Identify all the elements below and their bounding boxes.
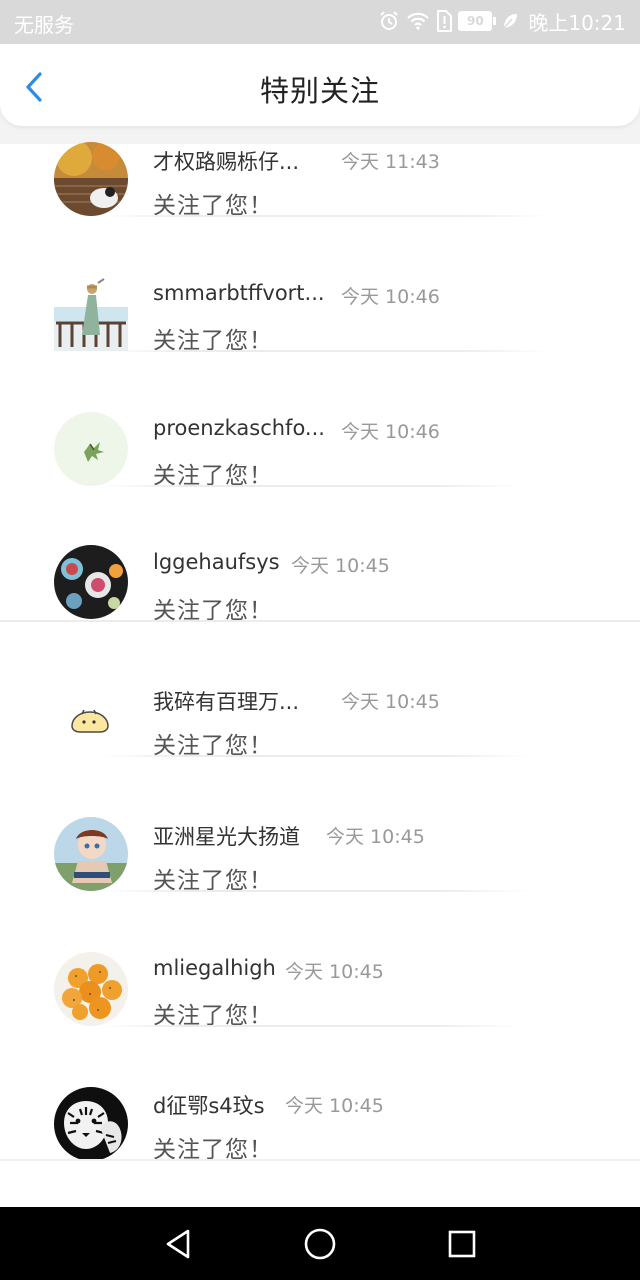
avatar[interactable] xyxy=(54,277,128,351)
battery-tip xyxy=(493,17,497,25)
carrier-text: 无服务 xyxy=(14,13,74,37)
divider xyxy=(100,755,530,757)
battery-icon: 90 xyxy=(458,11,493,31)
avatar[interactable] xyxy=(54,952,128,1026)
follow-time: 今天 10:45 xyxy=(285,1095,384,1117)
divider xyxy=(0,620,640,622)
list-item[interactable]: 我碎有百理万... 今天 10:45 关注了您！ xyxy=(0,624,640,759)
leaf-icon xyxy=(502,12,518,30)
status-icons: 90 晚上10:21 xyxy=(378,6,626,36)
list-item[interactable]: d征鄂s4玟s 今天 10:45 关注了您！ xyxy=(0,1029,640,1164)
nav-home-button[interactable] xyxy=(301,1225,339,1263)
user-name[interactable]: mliegalhigh xyxy=(153,956,276,980)
user-name[interactable]: proenzkaschfo... xyxy=(153,416,325,440)
avatar[interactable] xyxy=(54,142,128,216)
divider xyxy=(100,1025,520,1027)
avatar[interactable] xyxy=(54,682,128,756)
sim-alert-icon xyxy=(436,10,453,32)
avatar[interactable] xyxy=(54,1087,128,1161)
avatar[interactable] xyxy=(54,817,128,891)
circle-home-icon xyxy=(304,1228,336,1260)
wifi-icon xyxy=(406,11,430,31)
nav-back-button[interactable] xyxy=(160,1225,198,1263)
divider xyxy=(100,890,530,892)
list-item[interactable]: lggehaufsys 今天 10:45 关注了您！ xyxy=(0,489,640,624)
user-name[interactable]: 亚洲星光大扬道 xyxy=(153,821,300,851)
list-item[interactable]: 亚洲星光大扬道 今天 10:45 关注了您！ xyxy=(0,759,640,894)
system-nav-bar xyxy=(0,1207,640,1280)
follow-time: 今天 10:45 xyxy=(291,555,390,577)
user-name[interactable]: 才权路赐栎仔... xyxy=(153,146,299,176)
avatar[interactable] xyxy=(54,412,128,486)
user-name[interactable]: 我碎有百理万... xyxy=(153,686,299,716)
status-bar: 无服务 90 晚上10:21 xyxy=(0,0,640,44)
follow-time: 今天 11:43 xyxy=(341,151,440,173)
follow-time: 今天 10:45 xyxy=(285,961,384,983)
nav-recent-button[interactable] xyxy=(443,1225,481,1263)
divider xyxy=(100,350,550,352)
follow-time: 今天 10:46 xyxy=(341,286,440,308)
follow-time: 今天 10:45 xyxy=(341,691,440,713)
list-item[interactable]: proenzkaschfo... 今天 10:46 关注了您！ xyxy=(0,354,640,489)
user-name[interactable]: lggehaufsys xyxy=(153,550,280,574)
user-name[interactable]: d征鄂s4玟s xyxy=(153,1090,265,1120)
follow-time: 今天 10:45 xyxy=(326,826,425,848)
list-item[interactable]: smmarbtffvort... 今天 10:46 关注了您！ xyxy=(0,219,640,354)
triangle-back-icon xyxy=(166,1229,190,1259)
header-area: 特别关注 才权路赐栎仔... 今天 11:43 关注了您！ smmarbtffv… xyxy=(0,44,640,1163)
list-item[interactable]: 才权路赐栎仔... 今天 11:43 关注了您！ xyxy=(0,84,640,219)
divider xyxy=(0,1159,640,1161)
list-item[interactable]: mliegalhigh 今天 10:45 关注了您！ xyxy=(0,894,640,1029)
user-name[interactable]: smmarbtffvort... xyxy=(153,281,325,305)
status-time: 晚上10:21 xyxy=(528,10,626,35)
divider xyxy=(100,485,520,487)
avatar[interactable] xyxy=(54,545,128,619)
alarm-icon xyxy=(378,10,400,32)
follow-time: 今天 10:46 xyxy=(341,421,440,443)
divider xyxy=(100,215,550,217)
square-recent-icon xyxy=(448,1230,476,1258)
